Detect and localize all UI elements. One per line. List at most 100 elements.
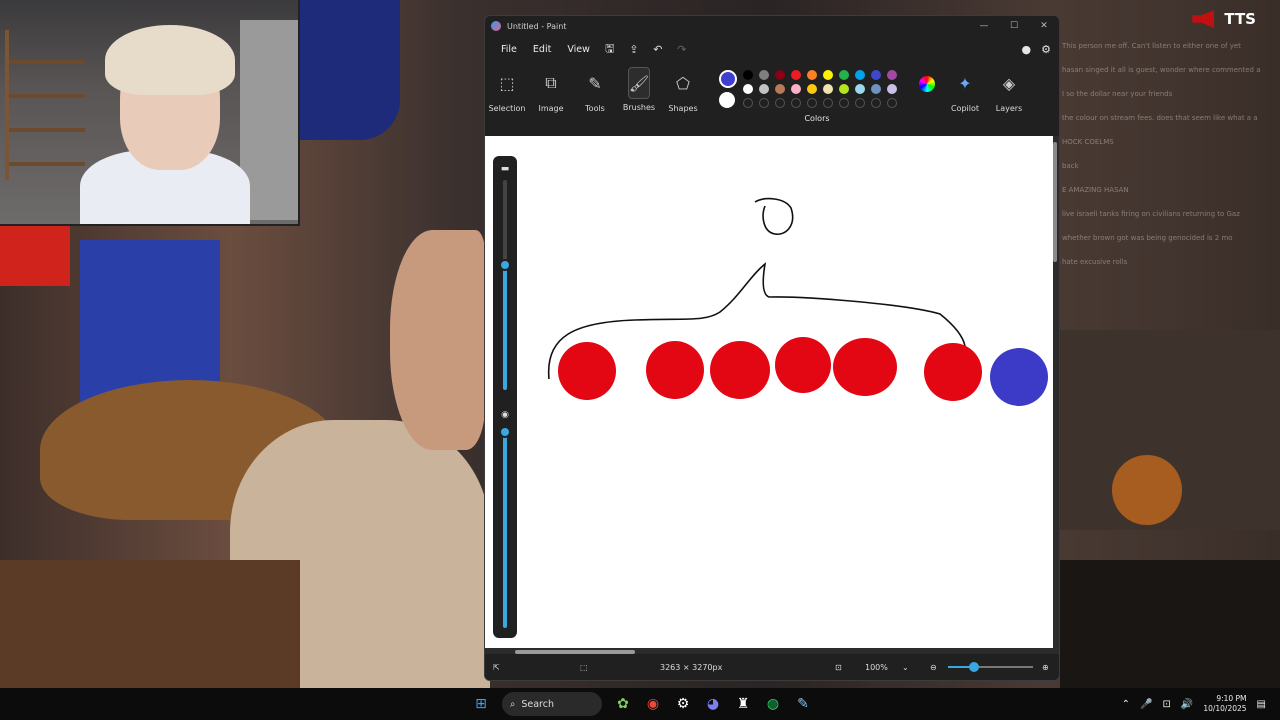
menu-view[interactable]: View [559, 44, 598, 55]
image-group[interactable]: ⧉ Image [529, 66, 573, 113]
copilot-label: Copilot [950, 104, 980, 113]
dark-floor [1060, 560, 1280, 688]
menu-edit[interactable]: Edit [525, 44, 559, 55]
chevron-up-icon[interactable]: ⌃ [1122, 699, 1130, 710]
color-swatch[interactable] [823, 98, 833, 108]
network-icon[interactable]: ⊡ [1162, 699, 1170, 710]
spotify-icon[interactable]: ◍ [758, 688, 788, 720]
color-swatch[interactable] [791, 84, 801, 94]
brushes-group[interactable]: 🖌 Brushes [617, 66, 661, 112]
size-slider-knob[interactable] [499, 259, 511, 271]
windows-start-icon[interactable]: ⊞ [466, 688, 496, 720]
zoom-dropdown-icon[interactable]: ⌄ [902, 663, 909, 672]
discord-icon[interactable]: ◕ [698, 688, 728, 720]
clock[interactable]: 9:10 PM 10/10/2025 [1203, 694, 1246, 714]
selection-group[interactable]: ⬚ Selection [485, 66, 529, 114]
color-swatch[interactable] [839, 84, 849, 94]
menu-file[interactable]: File [493, 44, 525, 55]
title-bar[interactable]: Untitled - Paint — ☐ ✕ [485, 16, 1059, 36]
system-tray: ⌃ 🎤 ⊡ 🔊 9:10 PM 10/10/2025 ▤ [1122, 688, 1280, 720]
color-swatch[interactable] [775, 70, 785, 80]
paint-taskbar-icon[interactable]: ✎ [788, 688, 818, 720]
zoom-in-icon[interactable]: ⊕ [1042, 663, 1049, 672]
color-swatch[interactable] [839, 70, 849, 80]
notifications-icon[interactable]: ▤ [1257, 699, 1266, 710]
tools-group[interactable]: ✎ Tools [573, 66, 617, 114]
chat-line: hate excusive rolls [1062, 258, 1128, 266]
search-icon: ⌕ [510, 698, 516, 710]
color-swatch[interactable] [743, 84, 753, 94]
pointer-icon: ⇱ [493, 662, 500, 672]
widgets-icon[interactable]: ✿ [608, 688, 638, 720]
volume-icon[interactable]: 🔊 [1181, 699, 1193, 710]
search-label: Search [521, 698, 554, 710]
steam-icon[interactable]: ♜ [728, 688, 758, 720]
maximize-button[interactable]: ☐ [999, 21, 1029, 31]
chat-line: whether brown got was being genocided is… [1062, 234, 1233, 242]
color-swatch[interactable] [887, 84, 897, 94]
color-swatch[interactable] [775, 84, 785, 94]
color-swatch[interactable] [807, 70, 817, 80]
redo-icon[interactable]: ↷ [670, 43, 694, 56]
color-swatch[interactable] [791, 70, 801, 80]
opacity-slider-knob[interactable] [499, 426, 511, 438]
zoom-level[interactable]: 100% [865, 663, 888, 672]
minimize-button[interactable]: — [969, 21, 999, 31]
copilot-group[interactable]: ✦ Copilot [943, 66, 987, 114]
share-icon[interactable]: ⇪ [622, 43, 646, 56]
brushes-label: Brushes [622, 103, 656, 112]
tools-icon: ✎ [588, 73, 602, 93]
color-swatch[interactable] [887, 98, 897, 108]
chat-line: HOCK COELMS [1062, 138, 1114, 146]
chrome-icon[interactable]: ◉ [638, 688, 668, 720]
color-swatch[interactable] [839, 98, 849, 108]
tools-label: Tools [585, 104, 605, 113]
color-swatch[interactable] [791, 98, 801, 108]
zoom-slider-knob[interactable] [968, 662, 979, 672]
color-swatch[interactable] [823, 70, 833, 80]
fit-to-window-icon[interactable]: ⊡ [835, 663, 842, 672]
account-icon[interactable]: ● [1022, 43, 1032, 56]
microphone-icon[interactable]: 🎤 [1140, 699, 1152, 710]
brush-size-icon: ▬ [500, 164, 510, 174]
color-swatch[interactable] [759, 84, 769, 94]
zoom-out-icon[interactable]: ⊖ [930, 663, 937, 672]
copilot-icon: ✦ [958, 73, 972, 93]
color-swatch[interactable] [743, 70, 753, 80]
tts-label: TTS [1224, 10, 1256, 28]
color-swatch[interactable] [855, 84, 865, 94]
color-swatch[interactable] [871, 70, 881, 80]
webcam-hair [105, 25, 235, 95]
close-button[interactable]: ✕ [1029, 21, 1059, 31]
settings-gear-icon[interactable]: ⚙ [1041, 43, 1051, 56]
poster [0, 226, 70, 286]
vertical-scrollbar[interactable] [1053, 136, 1058, 648]
taskbar-search[interactable]: ⌕ Search [502, 692, 602, 716]
color-swatch[interactable] [807, 98, 817, 108]
color-swatch[interactable] [887, 70, 897, 80]
color-swatch[interactable] [855, 98, 865, 108]
drawing-canvas[interactable]: ▬ ◉ [485, 136, 1053, 648]
color-swatch[interactable] [759, 98, 769, 108]
speaker-icon [1192, 10, 1215, 28]
color-wheel-icon[interactable] [919, 76, 935, 92]
color-swatch[interactable] [759, 70, 769, 80]
color-swatch[interactable] [823, 84, 833, 94]
undo-icon[interactable]: ↶ [646, 43, 670, 56]
chat-line: live israeli tanks firing on civilians r… [1062, 210, 1240, 218]
layers-group[interactable]: ◈ Layers [987, 66, 1031, 114]
color-swatch[interactable] [855, 70, 865, 80]
color-swatch[interactable] [871, 98, 881, 108]
secondary-color-swatch[interactable] [719, 92, 735, 108]
shapes-group[interactable]: ⬠ Shapes [661, 66, 705, 114]
primary-color-swatch[interactable] [719, 70, 737, 88]
canvas-area: ▬ ◉ [485, 136, 1059, 656]
color-swatch[interactable] [871, 84, 881, 94]
color-swatch[interactable] [807, 84, 817, 94]
app-icon[interactable]: ⚙ [668, 688, 698, 720]
color-swatch[interactable] [743, 98, 753, 108]
scroll-thumb[interactable] [1053, 142, 1057, 262]
chat-overlay: This person me off. Can't listen to eith… [1062, 40, 1272, 340]
color-swatch[interactable] [775, 98, 785, 108]
save-icon[interactable]: 🖫 [598, 40, 622, 59]
